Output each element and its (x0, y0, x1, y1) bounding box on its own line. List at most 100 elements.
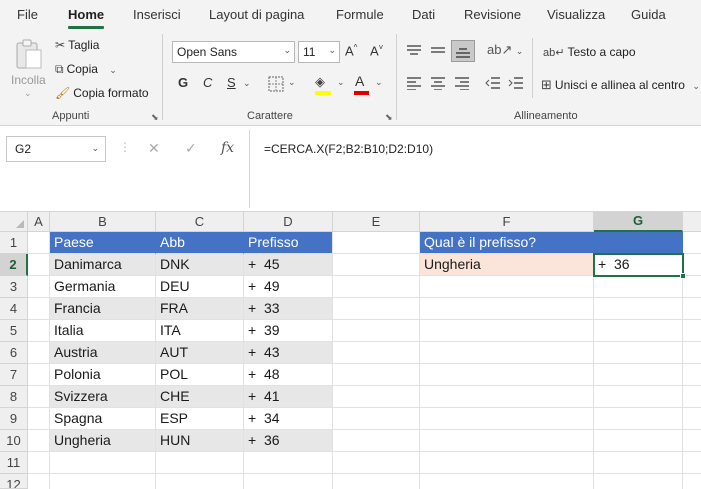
column-header-a[interactable]: A (28, 212, 50, 232)
column-header-f[interactable]: F (420, 212, 594, 232)
borders-button[interactable]: ⌄ (268, 76, 296, 95)
row-header-2[interactable]: 2 (0, 254, 28, 276)
tab-formule[interactable]: Formule (336, 7, 384, 22)
table-cell[interactable]: Polonia (50, 364, 156, 386)
table-cell[interactable]: + 33 (244, 298, 333, 320)
insert-function-icon[interactable]: fx (221, 140, 234, 156)
cut-label: Taglia (68, 38, 100, 52)
copy-button[interactable]: ⧉ Copia ⌄ (55, 62, 117, 77)
shrink-font-button[interactable]: A˅ (370, 43, 383, 58)
tab-visualizza[interactable]: Visualizza (547, 7, 605, 22)
increase-indent-button[interactable] (508, 76, 524, 93)
tab-revisione[interactable]: Revisione (464, 7, 521, 22)
table-cell[interactable]: Italia (50, 320, 156, 342)
cut-button[interactable]: ✂ Taglia (55, 38, 99, 52)
column-header-e[interactable]: E (333, 212, 420, 232)
table-cell[interactable]: ITA (156, 320, 244, 342)
tab-inserisci[interactable]: Inserisci (133, 7, 181, 22)
italic-button[interactable]: C (203, 75, 212, 90)
font-color-button[interactable]: A ⌄ (354, 73, 383, 95)
font-size-select[interactable]: 11 ⌄ (298, 41, 340, 63)
bold-button[interactable]: G (178, 75, 188, 90)
row-header-8[interactable]: 8 (0, 386, 28, 408)
row-header-9[interactable]: 9 (0, 408, 28, 430)
table-cell[interactable]: Svizzera (50, 386, 156, 408)
table-cell[interactable]: Danimarca (50, 254, 156, 276)
column-header-g[interactable]: G (594, 212, 683, 232)
table-cell[interactable]: Germania (50, 276, 156, 298)
row-header-1[interactable]: 1 (0, 232, 28, 254)
align-right-button[interactable] (454, 76, 470, 93)
table-cell[interactable]: DEU (156, 276, 244, 298)
paste-button[interactable]: Incolla ⌄ (8, 36, 48, 102)
row-header-6[interactable]: 6 (0, 342, 28, 364)
table-cell[interactable]: + 39 (244, 320, 333, 342)
table-cell[interactable]: Francia (50, 298, 156, 320)
table-cell[interactable]: Austria (50, 342, 156, 364)
fill-handle[interactable] (680, 273, 686, 279)
wrap-text-button[interactable]: ab↵ Testo a capo (543, 45, 636, 59)
row-header-5[interactable]: 5 (0, 320, 28, 342)
formula-input[interactable]: =CERCA.X(F2;B2:B10;D2:D10) (249, 130, 701, 208)
align-left-button[interactable] (406, 76, 422, 93)
row-header-4[interactable]: 4 (0, 298, 28, 320)
table-cell[interactable]: Spagna (50, 408, 156, 430)
merge-center-button[interactable]: ⊞ Unisci e allinea al centro ⌄ (541, 77, 700, 93)
table-cell[interactable]: + 41 (244, 386, 333, 408)
cancel-icon[interactable]: ✕ (148, 140, 160, 157)
lookup-question[interactable]: Qual è il prefisso? (420, 232, 683, 254)
tab-dati[interactable]: Dati (412, 7, 435, 22)
table-cell[interactable]: POL (156, 364, 244, 386)
align-top-button[interactable] (406, 44, 422, 61)
font-color-glyph: A (355, 73, 365, 89)
column-header-b[interactable]: B (50, 212, 156, 232)
table-header-abb[interactable]: Abb (156, 232, 244, 254)
dialog-launcher-icon[interactable]: ⬊ (151, 112, 159, 123)
table-cell[interactable]: + 49 (244, 276, 333, 298)
confirm-icon[interactable]: ✓ (185, 140, 197, 157)
table-header-prefisso[interactable]: Prefisso (244, 232, 333, 254)
row-header-10[interactable]: 10 (0, 430, 28, 452)
row-header-12[interactable]: 12 (0, 474, 28, 489)
row-header-11[interactable]: 11 (0, 452, 28, 474)
row-header-7[interactable]: 7 (0, 364, 28, 386)
table-cell[interactable]: ESP (156, 408, 244, 430)
grow-font-button[interactable]: A^ (345, 43, 357, 58)
table-cell[interactable]: + 48 (244, 364, 333, 386)
table-header-paese[interactable]: Paese (50, 232, 156, 254)
tab-home[interactable]: Home (68, 7, 105, 29)
tab-layout-di-pagina[interactable]: Layout di pagina (209, 7, 304, 22)
name-box[interactable]: G2 ⌄ (6, 136, 106, 162)
table-cell[interactable]: + 34 (244, 408, 333, 430)
underline-button[interactable]: S (227, 75, 236, 90)
row-header-3[interactable]: 3 (0, 276, 28, 298)
table-cell[interactable]: CHE (156, 386, 244, 408)
table-cell[interactable]: + 36 (244, 430, 333, 452)
table-cell[interactable]: DNK (156, 254, 244, 276)
table-cell[interactable]: + 43 (244, 342, 333, 364)
lookup-input-cell[interactable]: Ungheria (420, 254, 594, 276)
align-top-icon (407, 45, 421, 55)
tab-guida[interactable]: Guida (631, 7, 666, 22)
chevron-down-icon[interactable]: ⌄ (243, 78, 251, 89)
dialog-launcher-icon[interactable]: ⬊ (385, 112, 393, 123)
select-all-button[interactable] (0, 212, 28, 232)
chevron-down-icon[interactable]: ⌄ (109, 65, 117, 75)
table-cell[interactable]: HUN (156, 430, 244, 452)
table-cell[interactable]: + 45 (244, 254, 333, 276)
column-header-d[interactable]: D (244, 212, 333, 232)
align-center-button[interactable] (430, 76, 446, 93)
decrease-indent-button[interactable] (485, 76, 501, 93)
merge-center-label: Unisci e allinea al centro (554, 78, 685, 92)
format-painter-button[interactable]: 🖌 Copia formato (55, 86, 149, 100)
table-cell[interactable]: FRA (156, 298, 244, 320)
font-family-select[interactable]: Open Sans ⌄ (172, 41, 295, 63)
align-middle-button[interactable] (430, 44, 446, 61)
tab-file[interactable]: File (17, 7, 38, 22)
orientation-button[interactable]: ab↗ ⌄ (487, 42, 523, 58)
align-bottom-button[interactable] (451, 40, 475, 62)
column-header-c[interactable]: C (156, 212, 244, 232)
table-cell[interactable]: AUT (156, 342, 244, 364)
fill-color-button[interactable]: ◈ ⌄ (315, 74, 345, 95)
table-cell[interactable]: Ungheria (50, 430, 156, 452)
